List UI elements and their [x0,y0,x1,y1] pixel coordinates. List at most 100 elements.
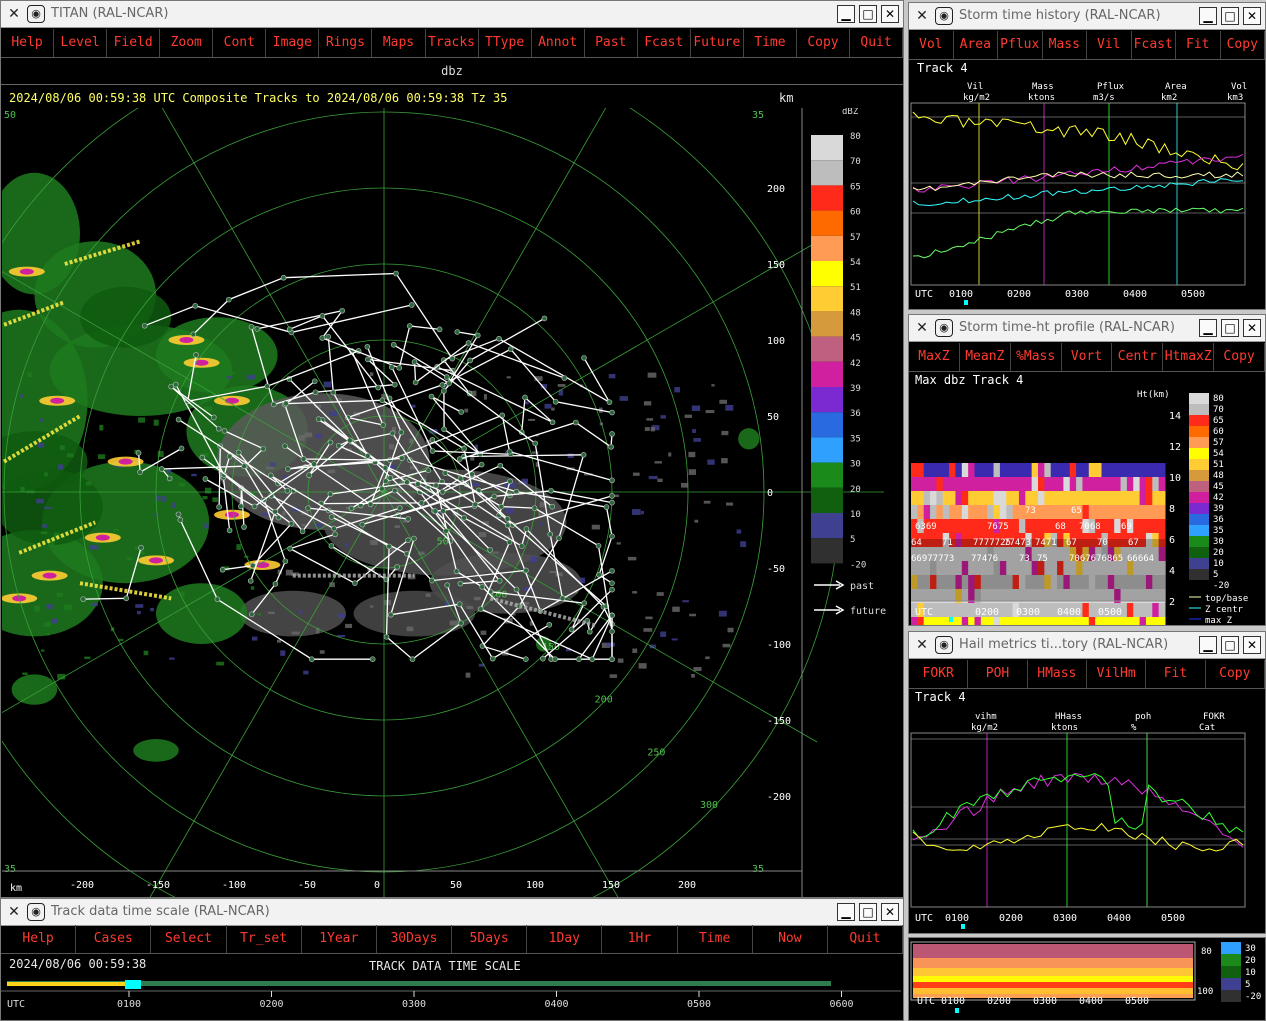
hail-plot[interactable]: vihmkg/m2 HHassktons poh% FOKRCat UTC 0100 020… [909,707,1266,934]
main-menu-past[interactable]: Past [585,29,638,57]
echo-cell [319,650,325,654]
time-ht-menu-htmaxz[interactable]: HtmaxZ [1163,343,1215,371]
echo-cell [41,524,47,528]
time-ht-menu-maxz[interactable]: MaxZ [909,343,960,371]
hail-menu-copy[interactable]: Copy [1206,660,1265,688]
history-menu-copy[interactable]: Copy [1221,31,1265,59]
storm-history-plot[interactable]: Vilkg/m2 Massktons Pfluxm3/s Areakm2 Volkm3 U… [909,79,1266,310]
history-menu-fcast[interactable]: Fcast [1132,31,1176,59]
hail-menu-fokr[interactable]: FOKR [909,660,969,688]
height-label: 12 [1169,442,1181,453]
maximize-icon[interactable]: □ [1221,319,1239,337]
maximize-icon[interactable]: □ [859,5,877,23]
time-ht-menu-vort[interactable]: Vort [1062,343,1113,371]
main-menu-help[interactable]: Help [1,29,55,57]
radar-display[interactable]: 5010015020025030050 353535 -200 -150 -100 -5… [2,108,902,898]
hail-titlebar[interactable]: ✕ ◉ Hail metrics ti...tory (RAL-NCAR) ▁ … [909,632,1265,659]
time-ht-menu-%mass[interactable]: %Mass [1011,343,1062,371]
hail-menu-hmass[interactable]: HMass [1028,660,1087,688]
history-menu-vil[interactable]: Vil [1087,31,1132,59]
maximize-icon[interactable]: □ [859,903,877,921]
maximize-icon[interactable]: □ [1221,636,1239,654]
profile-cell [936,463,944,477]
time-scale-menu-30days[interactable]: 30Days [377,925,453,953]
time-ht-menu-copy[interactable]: Copy [1214,343,1265,371]
profile-cell [1018,617,1026,625]
minimize-icon[interactable]: ▁ [1199,319,1217,337]
history-menu-vol[interactable]: Vol [909,31,954,59]
close-icon[interactable]: ✕ [1243,7,1261,25]
main-menu-future[interactable]: Future [691,29,744,57]
profile-cell [1088,463,1096,477]
main-menu-quit[interactable]: Quit [850,29,903,57]
time-scale-menu-cases[interactable]: Cases [76,925,152,953]
legend-swatch [811,160,843,186]
close-icon[interactable]: ✕ [881,903,899,921]
window-menu-icon[interactable]: ◉ [935,636,953,654]
main-menu-copy[interactable]: Copy [797,29,850,57]
maximize-icon[interactable]: □ [1221,7,1239,25]
main-menu-field[interactable]: Field [107,29,161,57]
time-scale-menu-1hr[interactable]: 1Hr [602,925,678,953]
close-icon[interactable]: ✕ [1243,319,1261,337]
time-scale-bar[interactable]: UTC 0100 0200 0300 0400 0500 0600 [1,977,901,1021]
time-tick-label: 0200 [1007,289,1031,300]
main-menu-annot[interactable]: Annot [532,29,585,57]
main-menu-ttype[interactable]: TType [479,29,532,57]
window-menu-icon[interactable]: ◉ [27,5,45,23]
hail-menu-poh[interactable]: POH [968,660,1028,688]
main-menu-fcast[interactable]: Fcast [638,29,691,57]
storm-history-titlebar[interactable]: ✕ ◉ Storm time history (RAL-NCAR) ▁ □ ✕ [909,3,1265,30]
time-scale-menu-5days[interactable]: 5Days [452,925,528,953]
main-menu-maps[interactable]: Maps [372,29,426,57]
time-scale-menu-help[interactable]: Help [1,925,77,953]
window-menu-icon[interactable]: ◉ [935,319,953,337]
hail-menu-fit[interactable]: Fit [1146,660,1206,688]
field-label: dbz [1,58,903,85]
minimize-icon[interactable]: ▁ [1199,7,1217,25]
history-menu-fit[interactable]: Fit [1176,31,1221,59]
time-scale-menu-tr_set[interactable]: Tr_set [227,925,302,953]
profile-cell [930,463,937,477]
main-menu-tracks[interactable]: Tracks [426,29,479,57]
time-ht-menu-meanz[interactable]: MeanZ [960,343,1011,371]
echo-cell [153,419,159,426]
history-menu-area[interactable]: Area [954,31,998,59]
window-title: TITAN (RAL-NCAR) [51,6,169,21]
time-scale-menu-1year[interactable]: 1Year [302,925,377,953]
time-scale-menu-1day[interactable]: 1Day [527,925,603,953]
time-ht-menu-centr[interactable]: Centr [1112,343,1164,371]
time-scale-titlebar[interactable]: ✕ ◉ Track data time scale (RAL-NCAR) ▁ □… [1,899,903,926]
minimize-icon[interactable]: ▁ [1199,636,1217,654]
time-scale-menu-select[interactable]: Select [151,925,227,953]
close-icon[interactable]: ✕ [881,5,899,23]
mini-plot[interactable]: 80 100 30 20 10 5 -20 UTC 0100 0200 0300 0400 0500 [909,938,1266,1021]
track-node [441,388,447,394]
main-menu-time[interactable]: Time [744,29,797,57]
echo-cell [226,375,231,379]
time-tick-label: 0600 [830,999,854,1010]
titan-titlebar[interactable]: ✕ ◉ TITAN (RAL-NCAR) ▁ □ ✕ [1,1,903,28]
hail-menu-vilhm[interactable]: VilHm [1087,660,1147,688]
time-scale-menu-time[interactable]: Time [678,925,753,953]
main-menu-zoom[interactable]: Zoom [160,29,214,57]
minimize-icon[interactable]: ▁ [837,5,855,23]
profile-cell [1114,505,1122,519]
main-menu-image[interactable]: Image [266,29,320,57]
window-menu-icon[interactable]: ◉ [935,7,953,25]
time-scale-menu-quit[interactable]: Quit [828,925,903,953]
minimize-icon[interactable]: ▁ [837,903,855,921]
close-icon[interactable]: ✕ [1243,636,1261,654]
time-ht-plot[interactable]: 6369 76757368 7068 696564 71 777772577473 7471… [909,389,1266,625]
time-scale-menu-now[interactable]: Now [753,925,828,953]
main-menu-level[interactable]: Level [54,29,108,57]
track-node [250,562,256,569]
window-title: Storm time-ht profile (RAL-NCAR) [959,320,1175,335]
window-menu-icon[interactable]: ◉ [27,903,45,921]
track-node [315,416,322,422]
time-ht-titlebar[interactable]: ✕ ◉ Storm time-ht profile (RAL-NCAR) ▁ □… [909,315,1265,342]
main-menu-cont[interactable]: Cont [213,29,267,57]
history-menu-pflux[interactable]: Pflux [998,31,1043,59]
history-menu-mass[interactable]: Mass [1043,31,1087,59]
main-menu-rings[interactable]: Rings [319,29,373,57]
